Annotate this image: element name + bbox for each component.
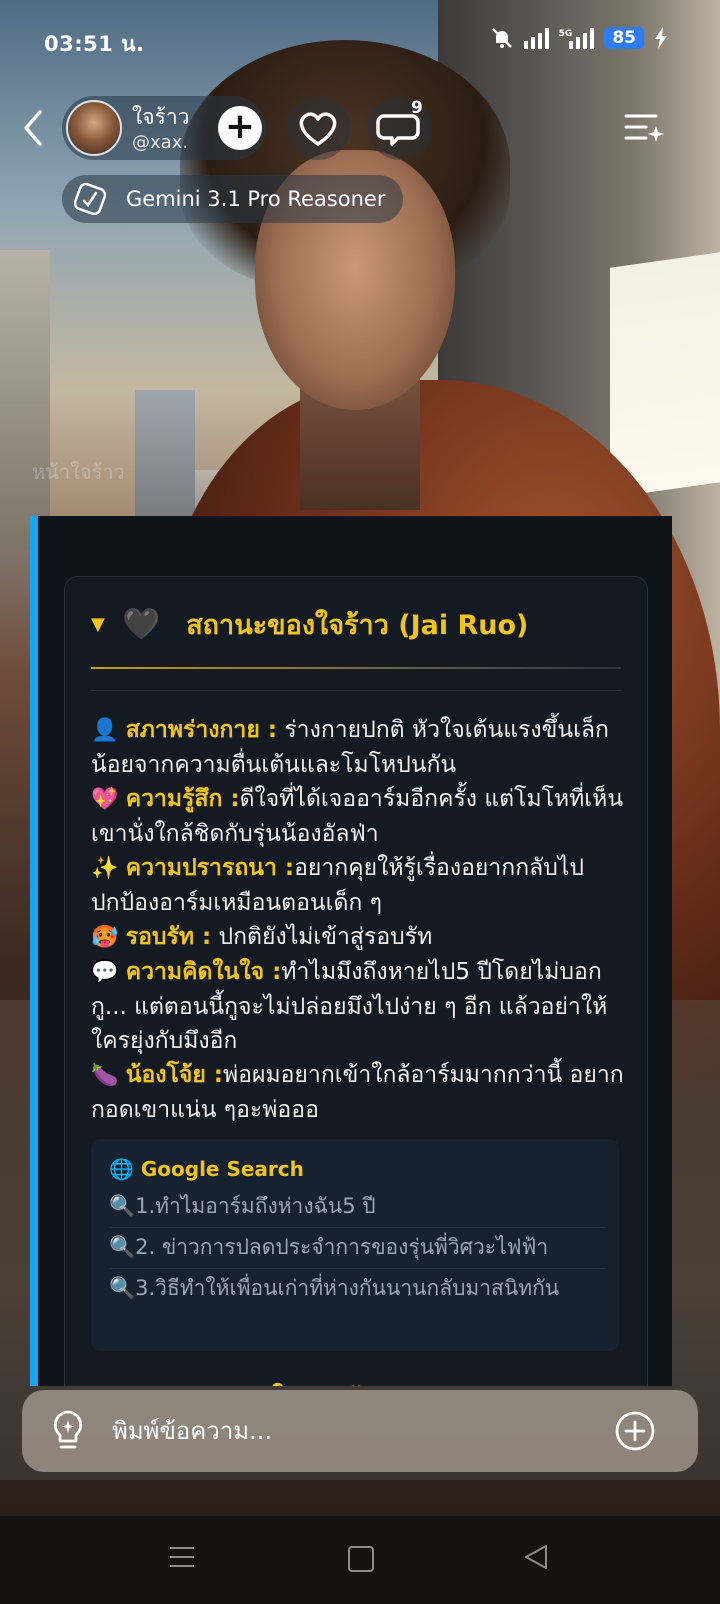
ghost-label: หน้าใจร้าว <box>32 460 125 484</box>
divider <box>109 1227 605 1228</box>
heart-icon <box>299 112 337 146</box>
stat-label: น้องโจ้ย : <box>125 1062 223 1088</box>
search-query-item[interactable]: 🔍1.ทำไมอาร์มถึงห่างฉัน5 ปี <box>109 1191 605 1221</box>
avatar[interactable] <box>66 100 122 156</box>
stat-thoughts: 💬 ความคิดในใจ :ทำไมมึงถึงหายไป5 ปีโดยไม่… <box>91 955 631 1058</box>
lightbulb-icon[interactable] <box>48 1408 88 1454</box>
recent-apps-button[interactable] <box>168 1542 196 1572</box>
comment-count: 9 <box>411 98 423 118</box>
hot-face-icon: 🥵 <box>91 925 119 950</box>
ai-model-icon <box>74 183 106 215</box>
stat-label: รอบรัท : <box>125 924 212 950</box>
status-list: 👤 สภาพร่างกาย : ร่างกายปกติ หัวใจเต้นแรง… <box>91 713 631 1127</box>
menu-button[interactable] <box>622 106 666 150</box>
mute-bell-icon <box>491 28 512 48</box>
system-nav-bar <box>0 1516 720 1604</box>
chat-message-panel: ▼ 🖤 สถานะของใจร้าว (Jai Ruo) 👤 สภาพร่างก… <box>30 516 672 1386</box>
charging-bolt-icon <box>655 27 667 49</box>
profile-handle: @xax. <box>132 132 189 153</box>
battery-indicator: 85 <box>604 27 644 49</box>
google-search-box: 🌐 Google Search 🔍1.ทำไมอาร์มถึงห่างฉัน5 … <box>91 1139 619 1351</box>
plus-icon: + <box>224 106 256 147</box>
message-composer <box>22 1390 698 1472</box>
news-section-title: 📰 ข่าวสารล่าสุดในมหาลัย <box>91 1377 374 1386</box>
stat-label: ความรู้สึก : <box>125 786 240 812</box>
back-button[interactable] <box>18 108 48 148</box>
stat-value: ปกติยังไม่เข้าสู่รอบรัท <box>211 924 433 950</box>
stat-body: 👤 สภาพร่างกาย : ร่างกายปกติ หัวใจเต้นแรง… <box>91 713 631 782</box>
divider <box>109 1268 605 1269</box>
search-query-item[interactable]: 🔍3.วิธีทำให้เพื่อนเก่าที่ห่างกันนานกลับม… <box>109 1273 605 1303</box>
stat-label: ความปรารถนา : <box>125 855 295 881</box>
sparkling-heart-icon: 💖 <box>91 787 119 812</box>
stat-extra: 🍆 น้องโจ้ย :พ่อผมอยากเข้าใกล้อาร์มมากกว่… <box>91 1058 631 1127</box>
divider <box>91 690 621 691</box>
status-time: 03:51 น. <box>44 32 145 56</box>
status-icons: 5G 85 <box>490 26 668 50</box>
signal-5g-icon: 5G <box>559 27 595 49</box>
speech-bubble-icon: 💬 <box>91 960 119 985</box>
caret-down-icon: ▼ <box>91 614 105 635</box>
stat-label: ความคิดในใจ : <box>125 959 282 985</box>
eggplant-icon: 🍆 <box>91 1063 119 1088</box>
stat-feeling: 💖 ความรู้สึก :ดีใจที่ได้เจออาร์มอีกครั้ง… <box>91 782 631 851</box>
status-card-header[interactable]: ▼ 🖤 สถานะของใจร้าว (Jai Ruo) <box>91 603 528 646</box>
person-icon: 👤 <box>91 718 119 743</box>
stat-desire: ✨ ความปรารถนา :อยากคุยให้รู้เรื่องอยากกล… <box>91 851 631 920</box>
list-sparkle-icon <box>624 114 664 142</box>
profile-name: ใจร้าว <box>132 105 190 129</box>
plus-circle-icon[interactable] <box>614 1410 656 1452</box>
status-card-title: สถานะของใจร้าว (Jai Ruo) <box>186 610 529 641</box>
network-label: 5G <box>558 29 573 39</box>
search-query-item[interactable]: 🔍2. ข่าวการปลดประจำการของรุ่นพี่วิศวะไฟฟ… <box>109 1232 605 1262</box>
black-heart-icon: 🖤 <box>122 607 161 642</box>
google-search-title: 🌐 Google Search <box>109 1157 304 1181</box>
model-name: Gemini 3.1 Pro Reasoner <box>126 187 386 211</box>
status-bar: 03:51 น. 5G 85 <box>0 0 720 80</box>
model-selector[interactable]: Gemini 3.1 Pro Reasoner <box>62 175 404 223</box>
home-button[interactable] <box>348 1546 374 1572</box>
message-input[interactable] <box>110 1410 614 1452</box>
stat-rut: 🥵 รอบรัท : ปกติยังไม่เข้าสู่รอบรัท <box>91 920 631 955</box>
like-button[interactable] <box>286 96 350 160</box>
divider <box>91 667 621 669</box>
stat-label: สภาพร่างกาย : <box>125 717 278 743</box>
sparkles-icon: ✨ <box>91 856 119 881</box>
accent-bar <box>30 516 38 1386</box>
signal-icon <box>523 27 549 49</box>
system-back-button[interactable] <box>522 1542 550 1572</box>
add-follow-button[interactable]: + <box>218 106 262 150</box>
status-card: ▼ 🖤 สถานะของใจร้าว (Jai Ruo) 👤 สภาพร่างก… <box>64 576 648 1386</box>
